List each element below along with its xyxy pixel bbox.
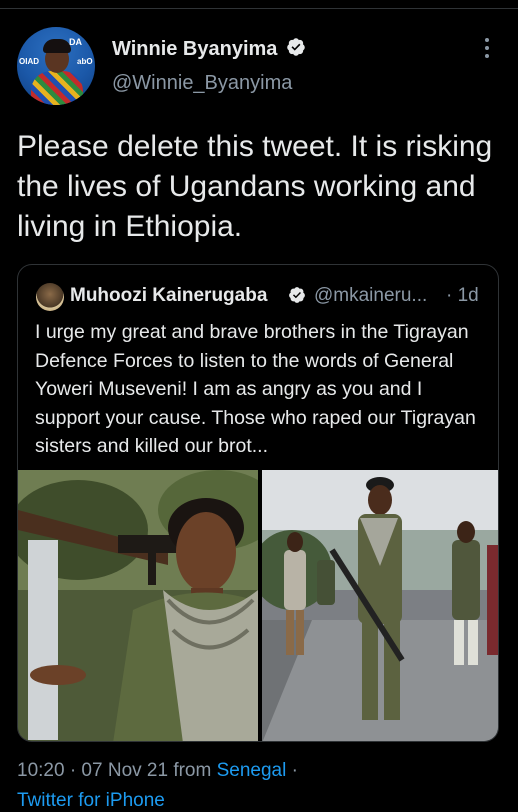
quoted-author-name[interactable]: Muhoozi Kainerugaba (70, 285, 267, 307)
avatar-logo-text: DA (69, 37, 82, 47)
verified-badge-icon (289, 287, 305, 303)
soldiers-march-photo-right[interactable] (262, 470, 498, 741)
avatar-figure (31, 71, 83, 105)
author-handle[interactable]: @Winnie_Byanyima (112, 72, 292, 95)
author-avatar[interactable]: DA OIAD abO (17, 27, 95, 105)
avatar-figure (43, 39, 71, 53)
more-options-icon[interactable] (480, 38, 494, 64)
quoted-author-avatar[interactable] (36, 283, 64, 311)
tweet-text: Please delete this tweet. It is risking … (17, 130, 493, 243)
quoted-tweet-age[interactable]: · 1d (446, 285, 479, 307)
tweet-client-link[interactable]: Twitter for iPhone (17, 790, 165, 812)
quoted-tweet-text: I urge my great and brave brothers in th… (35, 321, 476, 457)
tweet-timestamp[interactable]: 10:20 · 07 Nov 21 from (17, 760, 217, 781)
metadata-separator: · (286, 760, 298, 781)
top-divider (0, 8, 518, 9)
avatar-logo-text: OIAD (19, 57, 39, 66)
avatar-logo-text: abO (77, 57, 93, 66)
soldier-portrait-illustration (18, 470, 258, 741)
verified-badge-icon (287, 38, 305, 56)
marching-soldiers-illustration (262, 470, 498, 741)
quoted-tweet-card[interactable]: Muhoozi Kainerugaba @mkaineru... · 1d I … (17, 264, 499, 742)
tweet-metadata: 10:20 · 07 Nov 21 from Senegal · (17, 760, 298, 782)
tweet-location-link[interactable]: Senegal (217, 760, 287, 781)
quoted-author-handle[interactable]: @mkaineru... (314, 285, 427, 307)
soldier-photo-left[interactable] (18, 470, 258, 741)
author-name[interactable]: Winnie Byanyima (112, 38, 277, 61)
